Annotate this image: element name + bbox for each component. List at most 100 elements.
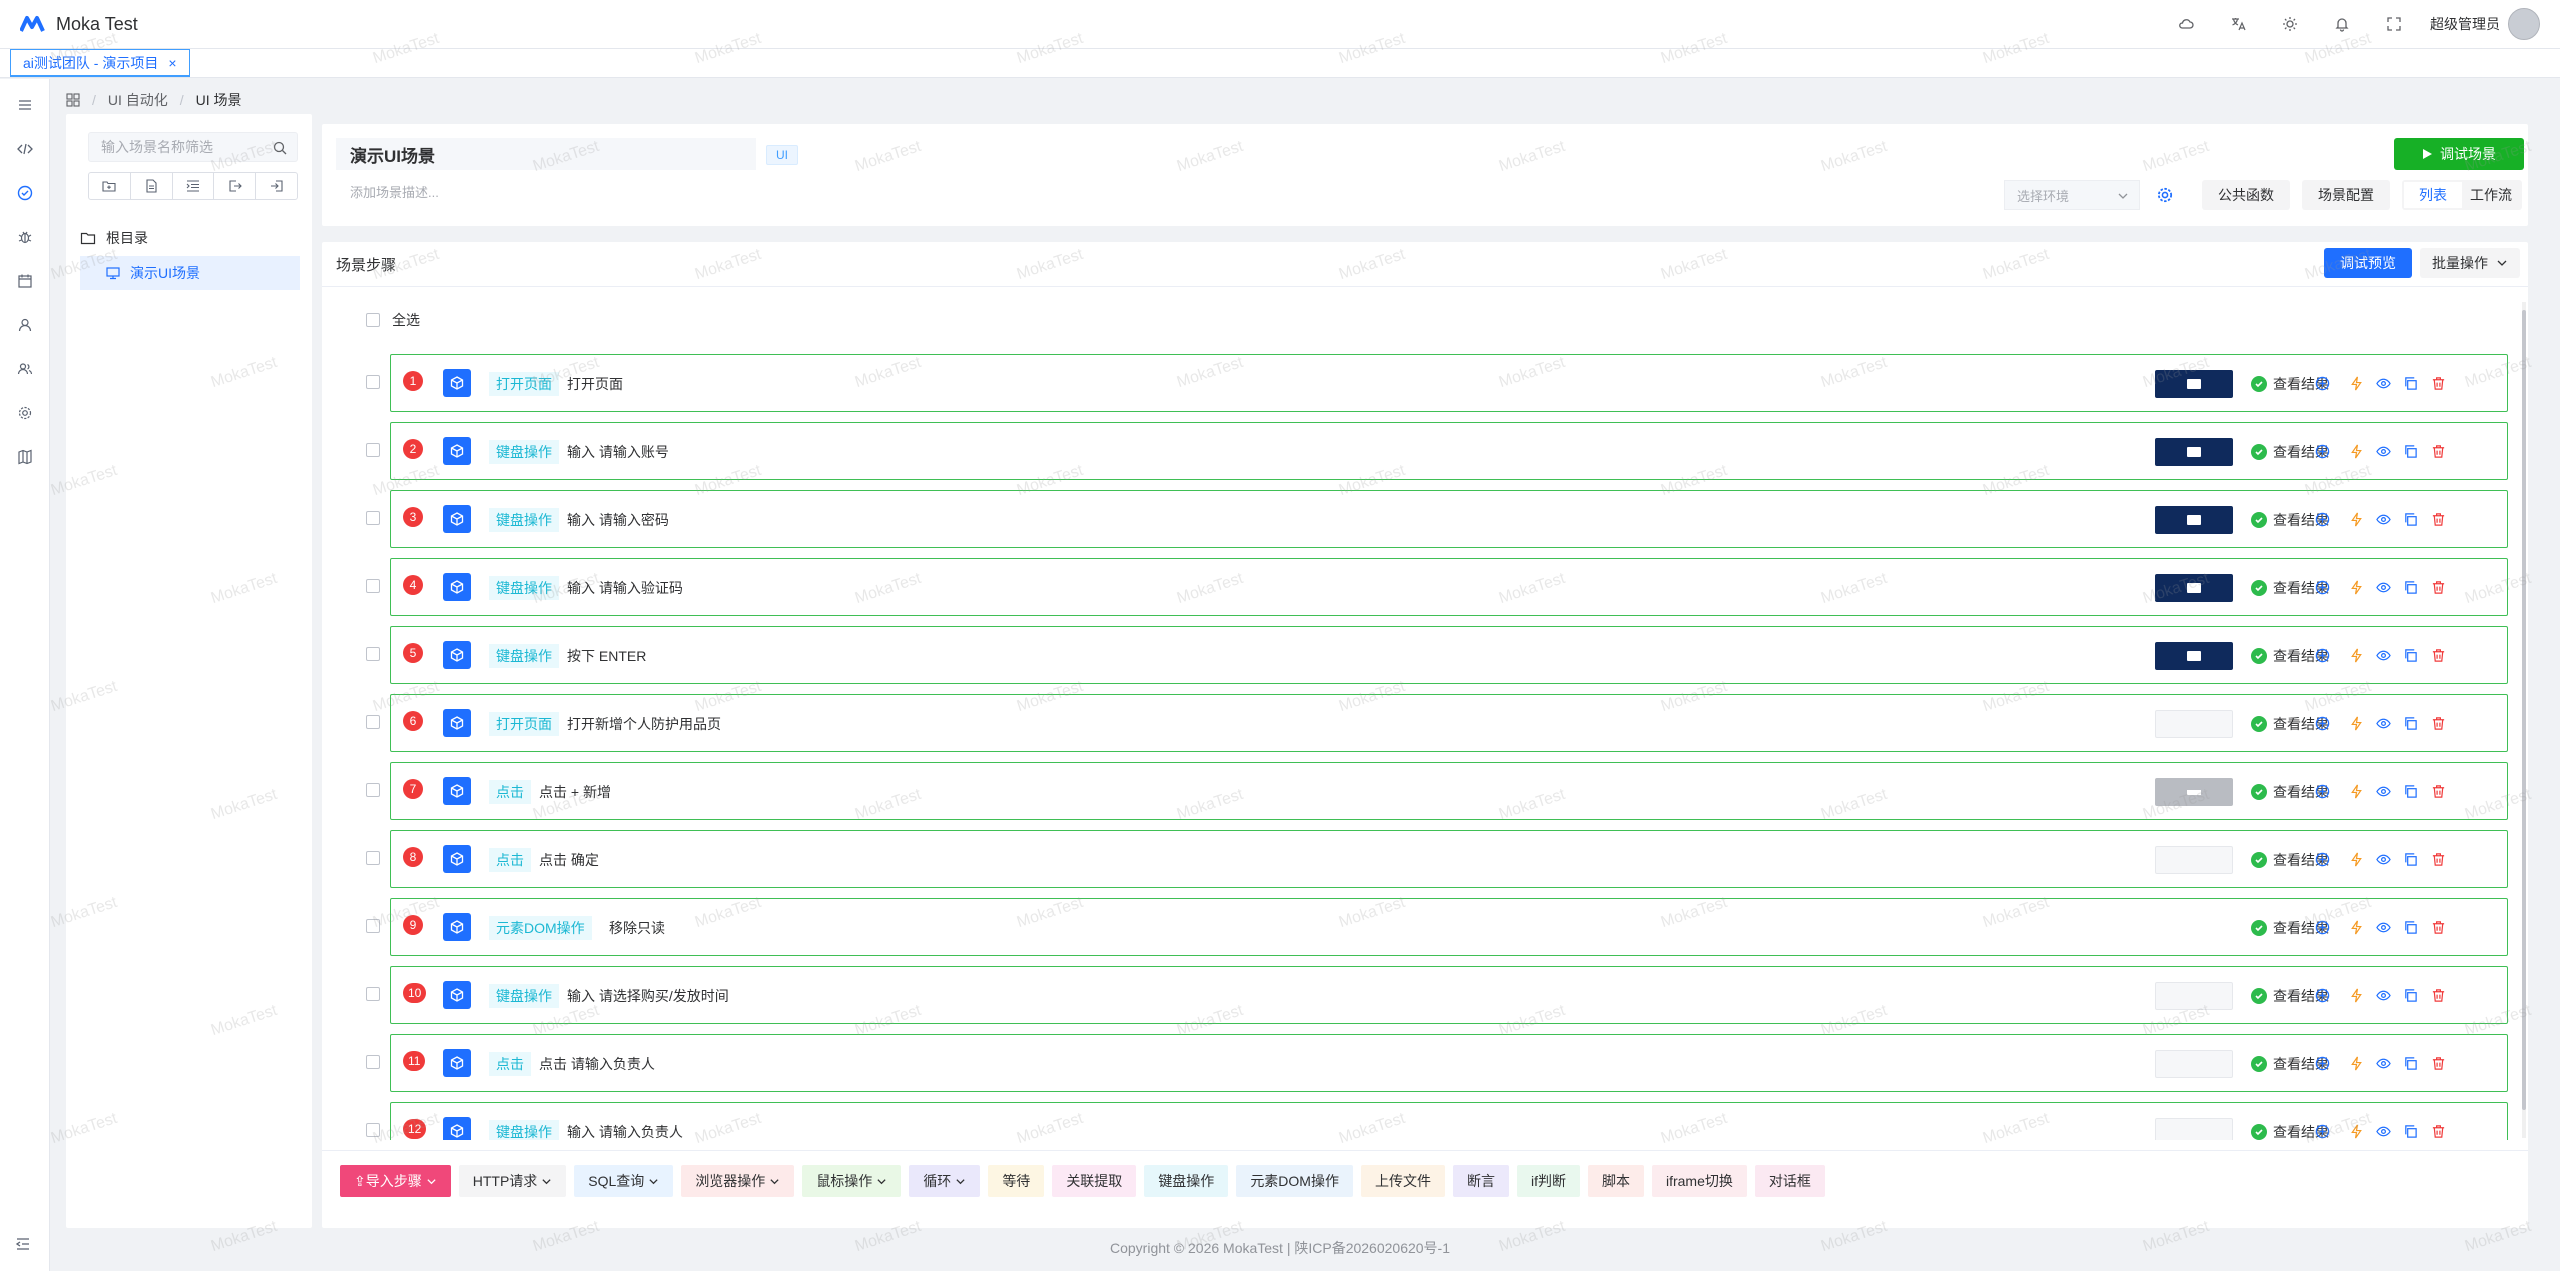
delete-trash-icon[interactable] [2429, 1054, 2447, 1072]
step-card[interactable]: 4 键盘操作 输入 请输入验证码 查看结果 [390, 558, 2508, 616]
add-step-button[interactable]: 关联提取 [1052, 1165, 1137, 1197]
drag-handle-cube-icon[interactable] [443, 845, 471, 873]
add-step-button[interactable]: 鼠标操作 [802, 1165, 902, 1197]
view-eye-icon[interactable] [2374, 782, 2392, 800]
debug-step-icon[interactable] [2347, 850, 2365, 868]
drag-handle-cube-icon[interactable] [443, 369, 471, 397]
step-screenshot-thumbnail[interactable] [2155, 642, 2233, 670]
scene-name-input[interactable]: 演示UI场景 [336, 138, 756, 170]
add-step-icon[interactable] [2313, 986, 2331, 1004]
scene-config-button[interactable]: 场景配置 [2302, 180, 2390, 210]
tree-root-folder[interactable]: 根目录 [80, 228, 148, 248]
add-step-button[interactable]: ⇪导入步骤 [340, 1165, 451, 1197]
user-icon[interactable] [15, 315, 35, 335]
step-checkbox[interactable] [366, 987, 380, 1001]
view-eye-icon[interactable] [2374, 714, 2392, 732]
debug-step-icon[interactable] [2347, 918, 2365, 936]
add-step-button[interactable]: SQL查询 [574, 1165, 674, 1197]
add-step-button[interactable]: 等待 [988, 1165, 1045, 1197]
step-screenshot-thumbnail[interactable] [2155, 506, 2233, 534]
check-circle-icon[interactable] [15, 183, 35, 203]
copy-icon[interactable] [2401, 850, 2419, 868]
add-step-button[interactable]: iframe切换 [1651, 1165, 1747, 1197]
avatar[interactable] [2508, 8, 2540, 40]
scene-filter-input[interactable] [101, 139, 271, 155]
add-step-icon[interactable] [2313, 918, 2331, 936]
tab-close-icon[interactable]: × [168, 55, 176, 71]
view-eye-icon[interactable] [2374, 986, 2392, 1004]
step-screenshot-thumbnail[interactable] [2155, 846, 2233, 874]
step-card[interactable]: 2 键盘操作 输入 请输入账号 查看结果 [390, 422, 2508, 480]
delete-trash-icon[interactable] [2429, 918, 2447, 936]
bug-icon[interactable] [15, 227, 35, 247]
tree-leaf-scene[interactable]: 演示UI场景 [80, 256, 300, 290]
copy-icon[interactable] [2401, 714, 2419, 732]
add-step-icon[interactable] [2313, 646, 2331, 664]
delete-trash-icon[interactable] [2429, 782, 2447, 800]
debug-scene-button[interactable]: 调试场景 [2394, 138, 2524, 170]
add-step-button[interactable]: if判断 [1516, 1165, 1580, 1197]
step-checkbox[interactable] [366, 1055, 380, 1069]
step-screenshot-thumbnail[interactable] [2155, 1050, 2233, 1078]
copy-icon[interactable] [2401, 1122, 2419, 1140]
view-eye-icon[interactable] [2374, 374, 2392, 392]
add-step-icon[interactable] [2313, 850, 2331, 868]
add-step-button[interactable]: 循环 [909, 1165, 981, 1197]
step-card[interactable]: 7 点击 点击 + 新增 查看结果 [390, 762, 2508, 820]
step-card[interactable]: 8 点击 点击 确定 查看结果 [390, 830, 2508, 888]
step-card[interactable]: 1 打开页面 打开页面 查看结果 [390, 354, 2508, 412]
drag-handle-cube-icon[interactable] [443, 505, 471, 533]
step-card[interactable]: 5 键盘操作 按下 ENTER 查看结果 [390, 626, 2508, 684]
view-eye-icon[interactable] [2374, 442, 2392, 460]
step-screenshot-thumbnail[interactable] [2155, 982, 2233, 1010]
step-screenshot-thumbnail[interactable] [2155, 370, 2233, 398]
step-checkbox[interactable] [366, 715, 380, 729]
breadcrumb-ui-automation[interactable]: UI 自动化 [108, 90, 168, 110]
add-step-icon[interactable] [2313, 578, 2331, 596]
map-book-icon[interactable] [15, 447, 35, 467]
add-step-icon[interactable] [2313, 782, 2331, 800]
debug-preview-button[interactable]: 调试预览 [2324, 248, 2412, 278]
copy-icon[interactable] [2401, 1054, 2419, 1072]
step-checkbox[interactable] [366, 579, 380, 593]
drag-handle-cube-icon[interactable] [443, 777, 471, 805]
add-folder-icon[interactable] [89, 173, 131, 199]
batch-operations-button[interactable]: 批量操作 [2420, 248, 2520, 278]
import-icon[interactable] [256, 173, 297, 199]
add-step-icon[interactable] [2313, 374, 2331, 392]
copy-icon[interactable] [2401, 510, 2419, 528]
environment-select[interactable]: 选择环境 [2004, 180, 2140, 210]
copy-icon[interactable] [2401, 374, 2419, 392]
users-icon[interactable] [15, 359, 35, 379]
add-step-icon[interactable] [2313, 1054, 2331, 1072]
menu-list-icon[interactable] [15, 95, 35, 115]
step-screenshot-thumbnail[interactable] [2155, 574, 2233, 602]
add-file-icon[interactable] [131, 173, 173, 199]
drag-handle-cube-icon[interactable] [443, 1049, 471, 1077]
step-card[interactable]: 3 键盘操作 输入 请输入密码 查看结果 [390, 490, 2508, 548]
search-icon[interactable] [273, 141, 287, 155]
step-screenshot-thumbnail[interactable] [2155, 778, 2233, 806]
translate-icon[interactable] [2212, 0, 2264, 48]
indent-icon[interactable] [173, 173, 215, 199]
add-step-icon[interactable] [2313, 442, 2331, 460]
debug-step-icon[interactable] [2347, 374, 2365, 392]
tab-project[interactable]: ai测试团队 - 演示项目 × [10, 49, 190, 77]
add-step-button[interactable]: 脚本 [1587, 1165, 1644, 1197]
drag-handle-cube-icon[interactable] [443, 981, 471, 1009]
delete-trash-icon[interactable] [2429, 714, 2447, 732]
user-name[interactable]: 超级管理员 [2430, 14, 2500, 34]
step-card[interactable]: 9 元素DOM操作 移除只读 查看结果 [390, 898, 2508, 956]
environment-settings-icon[interactable] [2156, 186, 2174, 204]
view-eye-icon[interactable] [2374, 1122, 2392, 1140]
add-step-button[interactable]: 浏览器操作 [681, 1165, 795, 1197]
drag-handle-cube-icon[interactable] [443, 1117, 471, 1140]
delete-trash-icon[interactable] [2429, 986, 2447, 1004]
step-card[interactable]: 12 键盘操作 输入 请输入负责人 查看结果 [390, 1102, 2508, 1140]
drag-handle-cube-icon[interactable] [443, 573, 471, 601]
copy-icon[interactable] [2401, 442, 2419, 460]
step-checkbox[interactable] [366, 375, 380, 389]
view-eye-icon[interactable] [2374, 918, 2392, 936]
view-eye-icon[interactable] [2374, 1054, 2392, 1072]
view-eye-icon[interactable] [2374, 850, 2392, 868]
